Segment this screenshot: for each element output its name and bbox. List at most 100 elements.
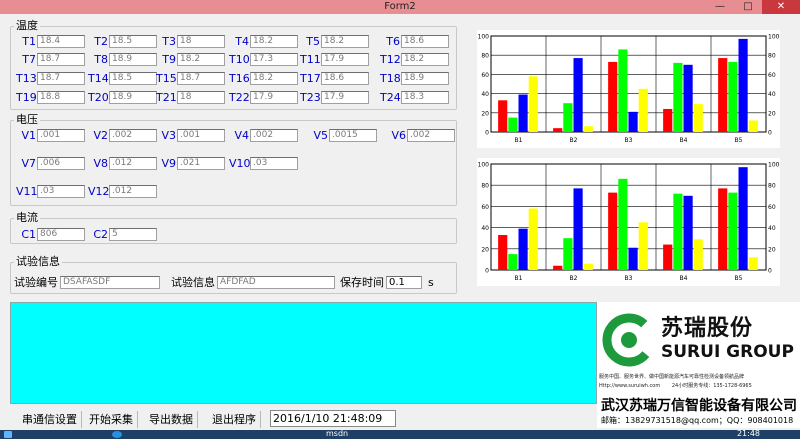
temperature-value-input[interactable]: 18.5: [109, 72, 157, 85]
maximize-button[interactable]: □: [734, 0, 762, 14]
temperature-value-input[interactable]: 18.2: [401, 53, 449, 66]
temperature-value-input[interactable]: 18.2: [250, 35, 298, 48]
bar: [748, 120, 758, 132]
temperature-label: T2: [94, 35, 108, 48]
current-group-title: 电流: [14, 211, 40, 225]
voltage-value-input[interactable]: .03: [250, 157, 298, 170]
bar: [573, 188, 583, 270]
ie-icon[interactable]: [112, 431, 122, 438]
y-tick-label: 20: [481, 246, 489, 253]
voltage-value-input[interactable]: .001: [37, 129, 85, 142]
window-controls: — □ ✕: [706, 0, 800, 14]
y2-tick-label: 0: [768, 268, 772, 275]
temperature-field-t12: T12 18.2: [380, 53, 449, 66]
voltage-value-input[interactable]: .006: [37, 157, 85, 170]
minimize-button[interactable]: —: [706, 0, 734, 14]
x-tick-label: B3: [625, 137, 633, 144]
temperature-value-input[interactable]: 18.2: [250, 72, 298, 85]
bar: [498, 100, 508, 132]
y2-tick-label: 0: [768, 130, 772, 137]
temperature-label: T16: [229, 72, 250, 85]
temperature-value-input[interactable]: 18: [177, 35, 225, 48]
temperature-label: T14: [88, 72, 109, 85]
temperature-field-t1: T1 18.4: [16, 35, 85, 48]
temperature-value-input[interactable]: 18.2: [321, 35, 369, 48]
taskbar-app-label[interactable]: msdn: [326, 429, 348, 438]
x-tick-label: B3: [625, 275, 633, 282]
voltage-value-input[interactable]: .012: [109, 185, 157, 198]
y-tick-label: 40: [481, 225, 489, 232]
voltage-value-input[interactable]: .002: [109, 129, 157, 142]
temperature-value-input[interactable]: 18.9: [109, 91, 157, 104]
temperature-field-t11: T11 17.9: [300, 53, 369, 66]
temperature-value-input[interactable]: 17.9: [321, 91, 369, 104]
temperature-field-t22: T22 17.9: [229, 91, 298, 104]
data-display-area[interactable]: [10, 302, 597, 404]
y-tick-label: 0: [485, 130, 489, 137]
x-tick-label: B2: [570, 137, 578, 144]
y-tick-label: 60: [481, 204, 489, 211]
test-id-input[interactable]: DSAFASDF: [60, 275, 160, 289]
bar-chart-top: 0 0 20 20 40 40 60 60 80 80 100 100 B1 B2 B3 B4 B5: [477, 30, 780, 148]
voltage-value-input[interactable]: .03: [37, 185, 85, 198]
start-icon[interactable]: [4, 431, 12, 438]
temperature-field-t7: T7 18.7: [16, 53, 85, 66]
voltage-field-v9: V9.021: [156, 157, 225, 170]
temperature-label: T10: [229, 53, 250, 66]
temperature-value-input[interactable]: 18.6: [401, 35, 449, 48]
temperature-field-t9: T9 18.2: [156, 53, 225, 66]
voltage-field-v1: V1.001: [16, 129, 85, 142]
voltage-value-input[interactable]: .012: [109, 157, 157, 170]
y2-tick-label: 80: [768, 53, 776, 60]
temperature-value-input[interactable]: 18.7: [37, 53, 85, 66]
temperature-value-input[interactable]: 18.7: [177, 72, 225, 85]
export-data-button[interactable]: 导出数据: [145, 411, 198, 428]
temperature-value-input[interactable]: 18.8: [37, 91, 85, 104]
temperature-label: T3: [162, 35, 176, 48]
y-tick-label: 40: [481, 91, 489, 98]
voltage-group-title: 电压: [14, 113, 40, 127]
serial-settings-button[interactable]: 串通信设置: [18, 411, 82, 428]
y2-tick-label: 100: [768, 162, 780, 169]
temperature-label: T18: [380, 72, 401, 85]
y2-tick-label: 40: [768, 225, 776, 232]
temperature-value-input[interactable]: 18.4: [37, 35, 85, 48]
current-value-input[interactable]: 5: [109, 228, 157, 241]
temperature-value-input[interactable]: 18: [177, 91, 225, 104]
temperature-value-input[interactable]: 18.9: [401, 72, 449, 85]
temperature-label: T9: [162, 53, 176, 66]
exit-program-button[interactable]: 退出程序: [208, 411, 261, 428]
bar: [583, 263, 593, 270]
temperature-value-input[interactable]: 17.9: [321, 53, 369, 66]
temperature-value-input[interactable]: 18.7: [37, 72, 85, 85]
voltage-label: V5: [313, 129, 328, 142]
current-field-c1: C1 806: [16, 228, 85, 241]
temperature-value-input[interactable]: 18.9: [109, 53, 157, 66]
save-time-input[interactable]: 0.1: [386, 275, 422, 289]
taskbar-clock: 21:48: [736, 429, 760, 438]
temperature-label: T13: [16, 72, 37, 85]
temperature-value-input[interactable]: 18.3: [401, 91, 449, 104]
voltage-value-input[interactable]: .021: [177, 157, 225, 170]
temperature-value-input[interactable]: 17.3: [250, 53, 298, 66]
voltage-value-input[interactable]: .002: [250, 129, 298, 142]
voltage-value-input[interactable]: .002: [407, 129, 455, 142]
temperature-group-title: 温度: [14, 19, 40, 33]
temperature-label: T8: [94, 53, 108, 66]
bar: [673, 62, 683, 132]
temperature-value-input[interactable]: 18.2: [177, 53, 225, 66]
close-button[interactable]: ✕: [762, 0, 800, 14]
temperature-value-input[interactable]: 18.5: [109, 35, 157, 48]
bar: [608, 61, 618, 132]
test-id-label: 试验编号: [14, 276, 58, 289]
temperature-value-input[interactable]: 17.9: [250, 91, 298, 104]
bar: [673, 193, 683, 270]
current-value-input[interactable]: 806: [37, 228, 85, 241]
temperature-value-input[interactable]: 18.6: [321, 72, 369, 85]
voltage-value-input[interactable]: .001: [177, 129, 225, 142]
voltage-field-v8: V8.012: [88, 157, 157, 170]
voltage-label: V6: [391, 129, 406, 142]
voltage-value-input[interactable]: .0015: [329, 129, 377, 142]
start-acquisition-button[interactable]: 开始采集: [85, 411, 138, 428]
test-info-input[interactable]: AFDFAD: [217, 275, 335, 289]
